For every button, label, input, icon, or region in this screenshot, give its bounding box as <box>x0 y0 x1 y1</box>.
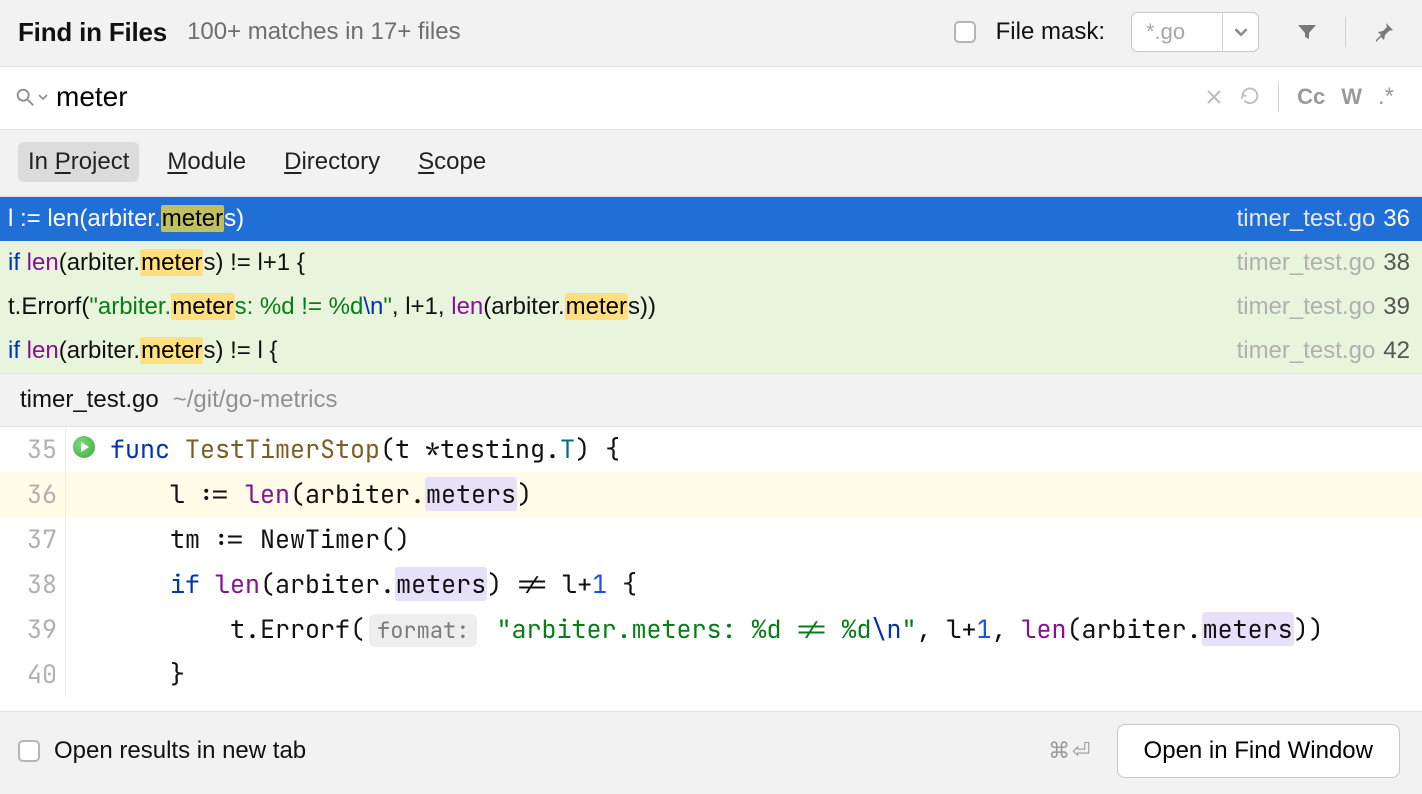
code-line[interactable]: 37 tm := NewTimer() <box>0 517 1422 562</box>
file-mask-combo[interactable]: *.go <box>1131 12 1259 52</box>
dialog-footer: Open results in new tab ⌘⏎ Open in Find … <box>0 711 1422 794</box>
open-find-window-button[interactable]: Open in Find Window <box>1117 724 1400 778</box>
preview-file: timer_test.go <box>20 386 159 414</box>
run-test-icon[interactable] <box>73 436 95 458</box>
shortcut-hint: ⌘⏎ <box>1048 738 1092 764</box>
code-line[interactable]: 35func TestTimerStop(t *testing.T) { <box>0 427 1422 472</box>
scope-tab-scope[interactable]: Scope <box>408 142 496 182</box>
pin-icon[interactable] <box>1368 16 1400 48</box>
gutter-line-number: 35 <box>0 427 66 472</box>
search-input[interactable] <box>54 79 1194 115</box>
result-row[interactable]: if len(arbiter.meters) != l+1 {timer_tes… <box>0 241 1422 285</box>
gutter-line-number: 36 <box>0 472 66 517</box>
scope-tab-module[interactable]: Module <box>157 142 256 182</box>
file-mask-label: File mask: <box>996 18 1105 46</box>
dialog-header: Find in Files 100+ matches in 17+ files … <box>0 0 1422 67</box>
result-row[interactable]: l := len(arbiter.meters)timer_test.go36 <box>0 197 1422 241</box>
open-new-tab-checkbox[interactable] <box>18 740 40 762</box>
preview-header: timer_test.go ~/git/go-metrics <box>0 373 1422 427</box>
dialog-title: Find in Files <box>18 17 167 48</box>
search-row: Cc W .* <box>0 67 1422 130</box>
result-line: 36 <box>1383 205 1410 233</box>
preview-path: ~/git/go-metrics <box>173 386 338 414</box>
result-row[interactable]: t.Errorf("arbiter.meters: %d != %d\n", l… <box>0 285 1422 329</box>
gutter-line-number: 37 <box>0 517 66 562</box>
open-new-tab-label: Open results in new tab <box>54 737 306 765</box>
result-file: timer_test.go <box>1237 293 1376 321</box>
file-mask-checkbox[interactable] <box>954 21 976 43</box>
result-line: 39 <box>1383 293 1410 321</box>
result-line: 38 <box>1383 249 1410 277</box>
chevron-down-icon[interactable] <box>1222 13 1258 51</box>
file-mask-value: *.go <box>1132 19 1222 45</box>
result-file: timer_test.go <box>1237 249 1376 277</box>
result-line: 42 <box>1383 337 1410 365</box>
divider <box>1345 17 1346 47</box>
code-preview[interactable]: 35func TestTimerStop(t *testing.T) {36 l… <box>0 427 1422 711</box>
scope-tabs: In Project Module Directory Scope <box>0 130 1422 197</box>
match-case-toggle[interactable]: Cc <box>1291 80 1331 114</box>
divider <box>1278 82 1279 112</box>
result-file: timer_test.go <box>1237 337 1376 365</box>
filter-icon[interactable] <box>1291 16 1323 48</box>
result-row[interactable]: if len(arbiter.meters) != l {timer_test.… <box>0 329 1422 373</box>
search-icon[interactable] <box>14 86 48 108</box>
results-list: l := len(arbiter.meters)timer_test.go36i… <box>0 197 1422 373</box>
result-file: timer_test.go <box>1237 205 1376 233</box>
gutter-line-number: 40 <box>0 652 66 697</box>
whole-word-toggle[interactable]: W <box>1335 80 1368 114</box>
gutter-line-number: 39 <box>0 607 66 652</box>
gutter-line-number: 38 <box>0 562 66 607</box>
code-line[interactable]: 39 t.Errorf(format: "arbiter.meters: %d … <box>0 607 1422 652</box>
regex-toggle[interactable]: .* <box>1372 79 1400 115</box>
scope-tab-project[interactable]: In Project <box>18 142 139 182</box>
match-count: 100+ matches in 17+ files <box>187 18 461 46</box>
code-line[interactable]: 36 l := len(arbiter.meters) <box>0 472 1422 517</box>
code-line[interactable]: 40 } <box>0 652 1422 697</box>
history-icon[interactable] <box>1234 81 1266 113</box>
clear-icon[interactable] <box>1198 81 1230 113</box>
scope-tab-directory[interactable]: Directory <box>274 142 390 182</box>
code-line[interactable]: 38 if len(arbiter.meters) != l+1 { <box>0 562 1422 607</box>
